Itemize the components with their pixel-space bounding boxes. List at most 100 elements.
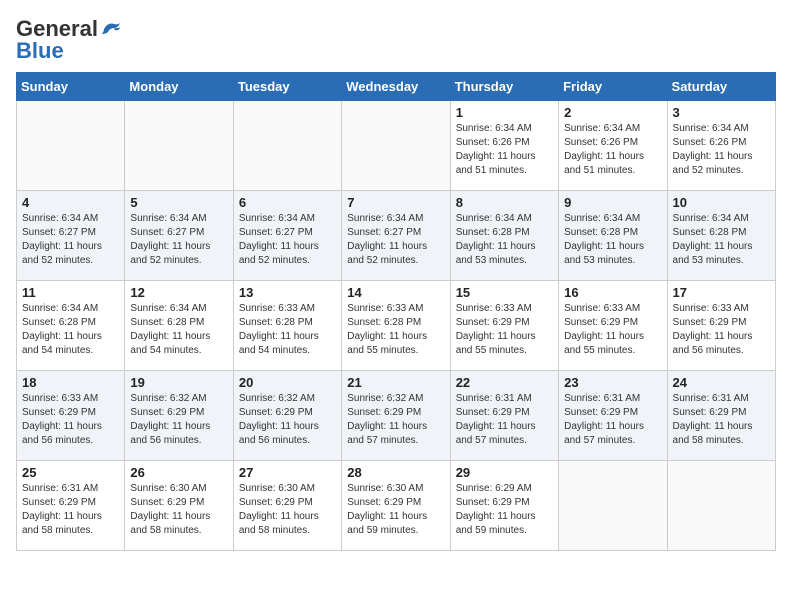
column-header-friday: Friday [559, 73, 667, 101]
day-number: 18 [22, 375, 119, 390]
day-info: Sunrise: 6:32 AM Sunset: 6:29 PM Dayligh… [347, 392, 444, 448]
calendar-cell: 10 Sunrise: 6:34 AM Sunset: 6:28 PM Dayli… [667, 191, 775, 281]
calendar-cell: 25 Sunrise: 6:31 AM Sunset: 6:29 PM Dayli… [17, 461, 125, 551]
day-number: 15 [456, 285, 553, 300]
day-number: 3 [673, 105, 770, 120]
day-number: 11 [22, 285, 119, 300]
logo-bird-icon [100, 20, 122, 38]
calendar-cell [17, 101, 125, 191]
logo-blue-text: Blue [16, 38, 64, 64]
calendar-cell: 5 Sunrise: 6:34 AM Sunset: 6:27 PM Daylig… [125, 191, 233, 281]
day-info: Sunrise: 6:33 AM Sunset: 6:29 PM Dayligh… [673, 302, 770, 358]
day-number: 16 [564, 285, 661, 300]
day-number: 19 [130, 375, 227, 390]
day-info: Sunrise: 6:34 AM Sunset: 6:27 PM Dayligh… [347, 212, 444, 268]
day-number: 29 [456, 465, 553, 480]
day-number: 12 [130, 285, 227, 300]
day-info: Sunrise: 6:34 AM Sunset: 6:26 PM Dayligh… [564, 122, 661, 178]
day-number: 2 [564, 105, 661, 120]
calendar-cell: 8 Sunrise: 6:34 AM Sunset: 6:28 PM Daylig… [450, 191, 558, 281]
calendar-cell: 7 Sunrise: 6:34 AM Sunset: 6:27 PM Daylig… [342, 191, 450, 281]
day-number: 7 [347, 195, 444, 210]
calendar-cell: 6 Sunrise: 6:34 AM Sunset: 6:27 PM Daylig… [233, 191, 341, 281]
calendar-cell: 20 Sunrise: 6:32 AM Sunset: 6:29 PM Dayli… [233, 371, 341, 461]
calendar-week-1: 1 Sunrise: 6:34 AM Sunset: 6:26 PM Daylig… [17, 101, 776, 191]
calendar-cell: 23 Sunrise: 6:31 AM Sunset: 6:29 PM Dayli… [559, 371, 667, 461]
calendar-week-4: 18 Sunrise: 6:33 AM Sunset: 6:29 PM Dayli… [17, 371, 776, 461]
calendar-cell: 4Sunrise: 6:34 AM Sunset: 6:27 PM Daylig… [17, 191, 125, 281]
calendar-cell: 16 Sunrise: 6:33 AM Sunset: 6:29 PM Dayli… [559, 281, 667, 371]
day-number: 6 [239, 195, 336, 210]
calendar-cell: 22 Sunrise: 6:31 AM Sunset: 6:29 PM Dayli… [450, 371, 558, 461]
day-info: Sunrise: 6:31 AM Sunset: 6:29 PM Dayligh… [564, 392, 661, 448]
calendar-cell: 21 Sunrise: 6:32 AM Sunset: 6:29 PM Dayli… [342, 371, 450, 461]
day-number: 17 [673, 285, 770, 300]
calendar-cell: 2 Sunrise: 6:34 AM Sunset: 6:26 PM Daylig… [559, 101, 667, 191]
column-header-monday: Monday [125, 73, 233, 101]
day-info: Sunrise: 6:34 AM Sunset: 6:28 PM Dayligh… [456, 212, 553, 268]
day-info: Sunrise: 6:34 AM Sunset: 6:26 PM Dayligh… [673, 122, 770, 178]
day-info: Sunrise: 6:34 AM Sunset: 6:27 PM Dayligh… [130, 212, 227, 268]
day-info: Sunrise: 6:33 AM Sunset: 6:28 PM Dayligh… [239, 302, 336, 358]
calendar-week-5: 25 Sunrise: 6:31 AM Sunset: 6:29 PM Dayli… [17, 461, 776, 551]
day-info: Sunrise: 6:32 AM Sunset: 6:29 PM Dayligh… [239, 392, 336, 448]
day-number: 24 [673, 375, 770, 390]
column-header-thursday: Thursday [450, 73, 558, 101]
day-number: 26 [130, 465, 227, 480]
column-header-tuesday: Tuesday [233, 73, 341, 101]
day-info: Sunrise: 6:31 AM Sunset: 6:29 PM Dayligh… [673, 392, 770, 448]
day-info: Sunrise: 6:29 AM Sunset: 6:29 PM Dayligh… [456, 482, 553, 538]
day-info: Sunrise: 6:30 AM Sunset: 6:29 PM Dayligh… [239, 482, 336, 538]
calendar-cell [559, 461, 667, 551]
day-info: Sunrise: 6:30 AM Sunset: 6:29 PM Dayligh… [130, 482, 227, 538]
day-info: Sunrise: 6:32 AM Sunset: 6:29 PM Dayligh… [130, 392, 227, 448]
day-info: Sunrise: 6:34 AM Sunset: 6:28 PM Dayligh… [673, 212, 770, 268]
day-info: Sunrise: 6:33 AM Sunset: 6:28 PM Dayligh… [347, 302, 444, 358]
day-number: 28 [347, 465, 444, 480]
day-info: Sunrise: 6:34 AM Sunset: 6:28 PM Dayligh… [564, 212, 661, 268]
calendar-header-row: SundayMondayTuesdayWednesdayThursdayFrid… [17, 73, 776, 101]
calendar-table: SundayMondayTuesdayWednesdayThursdayFrid… [16, 72, 776, 551]
calendar-week-3: 11 Sunrise: 6:34 AM Sunset: 6:28 PM Dayli… [17, 281, 776, 371]
calendar-cell [233, 101, 341, 191]
day-info: Sunrise: 6:31 AM Sunset: 6:29 PM Dayligh… [22, 482, 119, 538]
calendar-cell: 29 Sunrise: 6:29 AM Sunset: 6:29 PM Dayli… [450, 461, 558, 551]
day-number: 14 [347, 285, 444, 300]
day-info: Sunrise: 6:33 AM Sunset: 6:29 PM Dayligh… [22, 392, 119, 448]
calendar-cell: 18 Sunrise: 6:33 AM Sunset: 6:29 PM Dayli… [17, 371, 125, 461]
calendar-cell: 17 Sunrise: 6:33 AM Sunset: 6:29 PM Dayli… [667, 281, 775, 371]
calendar-cell: 14 Sunrise: 6:33 AM Sunset: 6:28 PM Dayli… [342, 281, 450, 371]
day-number: 23 [564, 375, 661, 390]
calendar-cell: 15 Sunrise: 6:33 AM Sunset: 6:29 PM Dayli… [450, 281, 558, 371]
day-info: Sunrise: 6:30 AM Sunset: 6:29 PM Dayligh… [347, 482, 444, 538]
day-number: 9 [564, 195, 661, 210]
calendar-cell: 12Sunrise: 6:34 AM Sunset: 6:28 PM Dayli… [125, 281, 233, 371]
day-info: Sunrise: 6:34 AM Sunset: 6:28 PM Dayligh… [22, 302, 119, 358]
day-info: Sunrise: 6:34 AM Sunset: 6:27 PM Dayligh… [239, 212, 336, 268]
column-header-sunday: Sunday [17, 73, 125, 101]
calendar-cell: 28 Sunrise: 6:30 AM Sunset: 6:29 PM Dayli… [342, 461, 450, 551]
calendar-cell: 3 Sunrise: 6:34 AM Sunset: 6:26 PM Daylig… [667, 101, 775, 191]
day-number: 25 [22, 465, 119, 480]
day-number: 22 [456, 375, 553, 390]
day-number: 27 [239, 465, 336, 480]
calendar-cell: 1 Sunrise: 6:34 AM Sunset: 6:26 PM Daylig… [450, 101, 558, 191]
day-number: 10 [673, 195, 770, 210]
day-info: Sunrise: 6:33 AM Sunset: 6:29 PM Dayligh… [456, 302, 553, 358]
column-header-saturday: Saturday [667, 73, 775, 101]
calendar-cell: 24 Sunrise: 6:31 AM Sunset: 6:29 PM Dayli… [667, 371, 775, 461]
day-number: 1 [456, 105, 553, 120]
day-number: 5 [130, 195, 227, 210]
day-number: 21 [347, 375, 444, 390]
day-number: 20 [239, 375, 336, 390]
calendar-cell: 27 Sunrise: 6:30 AM Sunset: 6:29 PM Dayli… [233, 461, 341, 551]
day-info: Sunrise: 6:31 AM Sunset: 6:29 PM Dayligh… [456, 392, 553, 448]
day-number: 8 [456, 195, 553, 210]
day-info: Sunrise: 6:33 AM Sunset: 6:29 PM Dayligh… [564, 302, 661, 358]
day-number: 4 [22, 195, 119, 210]
calendar-cell: 19 Sunrise: 6:32 AM Sunset: 6:29 PM Dayli… [125, 371, 233, 461]
logo: General Blue [16, 16, 122, 64]
calendar-cell [667, 461, 775, 551]
calendar-week-2: 4 Sunrise: 6:34 AM Sunset: 6:27 PM Daylig… [17, 191, 776, 281]
day-info: Sunrise: 6:34 AM Sunset: 6:26 PM Dayligh… [456, 122, 553, 178]
